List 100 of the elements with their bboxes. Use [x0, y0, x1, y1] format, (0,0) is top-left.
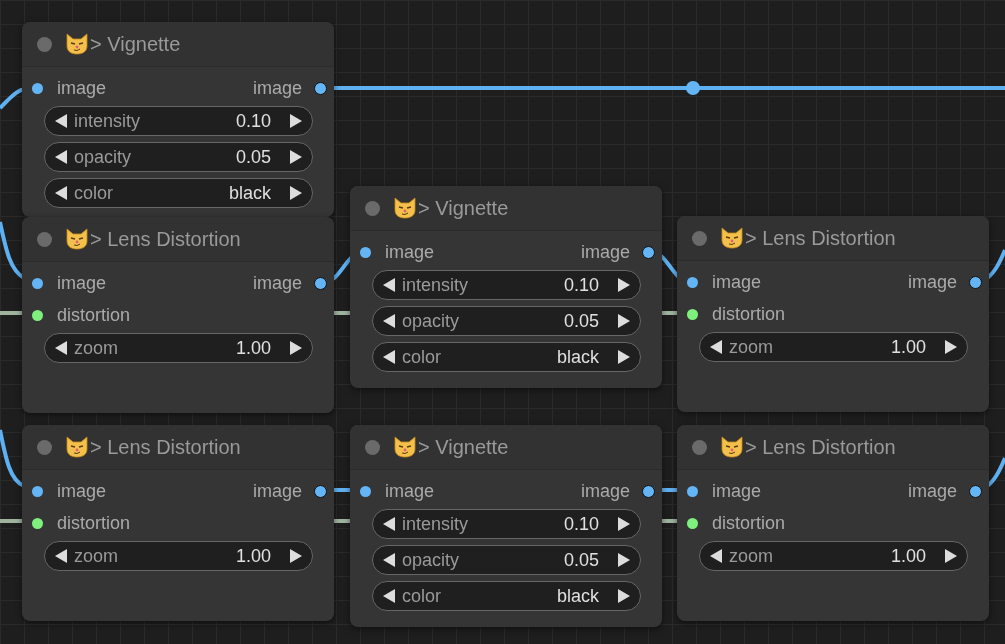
input-slot-dot[interactable]	[32, 277, 43, 289]
cat-face-icon	[65, 436, 89, 458]
arrow-left-icon[interactable]	[709, 548, 723, 564]
value-stepper[interactable]: zoom 1.00	[699, 541, 968, 571]
node-panel[interactable]: > Lens Distortion image image distortion zoom 1.00	[677, 216, 989, 412]
input-slot-dot[interactable]	[687, 276, 698, 288]
input-slot-dot[interactable]	[32, 517, 43, 529]
input-slot-dot[interactable]	[360, 485, 371, 497]
input-slot-dot[interactable]	[32, 309, 43, 321]
input-slot-label: image	[57, 77, 107, 99]
node-panel[interactable]: > Vignette image image intensity 0.10 opacity 0.05 color black	[350, 425, 662, 627]
arrow-left-icon[interactable]	[54, 113, 68, 129]
widget-label: opacity	[402, 549, 460, 571]
arrow-right-icon[interactable]	[289, 185, 303, 201]
node-title: > Lens Distortion	[90, 435, 241, 459]
cat-face-icon	[720, 436, 744, 458]
widget-value: black	[556, 346, 599, 368]
input-slot-dot[interactable]	[32, 485, 43, 497]
widget-label: zoom	[729, 336, 773, 358]
arrow-right-icon[interactable]	[617, 552, 631, 568]
widget-label: color	[402, 346, 441, 368]
value-stepper[interactable]: intensity 0.10	[372, 509, 641, 539]
collapse-dot-icon[interactable]	[37, 231, 52, 247]
input-slot-label: image	[57, 272, 107, 294]
value-stepper[interactable]: opacity 0.05	[372, 306, 641, 336]
input-slot-dot[interactable]	[360, 246, 371, 258]
widget-label: opacity	[402, 310, 460, 332]
widget-label: opacity	[74, 146, 132, 168]
collapse-dot-icon[interactable]	[365, 439, 380, 455]
arrow-left-icon[interactable]	[382, 313, 396, 329]
value-stepper[interactable]: color black	[372, 581, 641, 611]
widget-label: intensity	[402, 274, 469, 296]
arrow-left-icon[interactable]	[382, 516, 396, 532]
value-stepper[interactable]: color black	[372, 342, 641, 372]
output-slot-dot[interactable]	[642, 484, 655, 498]
value-stepper[interactable]: opacity 0.05	[44, 142, 313, 172]
value-stepper[interactable]: zoom 1.00	[44, 333, 313, 363]
arrow-right-icon[interactable]	[617, 277, 631, 293]
node-panel[interactable]: > Lens Distortion image image distortion zoom 1.00	[22, 217, 334, 413]
input-slot-label: image	[712, 480, 762, 502]
input-slot-label: image	[57, 480, 107, 502]
output-slot-label: image	[252, 480, 302, 502]
output-slot-label: image	[580, 241, 630, 263]
collapse-dot-icon[interactable]	[692, 230, 707, 246]
arrow-right-icon[interactable]	[289, 149, 303, 165]
output-slot-dot[interactable]	[314, 276, 327, 290]
arrow-right-icon[interactable]	[944, 339, 958, 355]
input-slot-label: distortion	[712, 303, 786, 325]
node-title: > Lens Distortion	[745, 435, 896, 459]
cat-face-icon	[720, 227, 744, 249]
arrow-right-icon[interactable]	[617, 313, 631, 329]
collapse-dot-icon[interactable]	[365, 200, 380, 216]
value-stepper[interactable]: intensity 0.10	[44, 106, 313, 136]
arrow-right-icon[interactable]	[944, 548, 958, 564]
arrow-left-icon[interactable]	[54, 149, 68, 165]
widget-value: 0.05	[235, 146, 271, 168]
node-panel[interactable]: > Lens Distortion image image distortion zoom 1.00	[22, 425, 334, 621]
node-title: > Vignette	[90, 32, 181, 56]
value-stepper[interactable]: color black	[44, 178, 313, 208]
arrow-left-icon[interactable]	[382, 588, 396, 604]
arrow-left-icon[interactable]	[382, 552, 396, 568]
arrow-left-icon[interactable]	[382, 349, 396, 365]
input-slot-dot[interactable]	[687, 517, 698, 529]
input-slot-dot[interactable]	[687, 308, 698, 320]
arrow-right-icon[interactable]	[617, 588, 631, 604]
value-stepper[interactable]: zoom 1.00	[44, 541, 313, 571]
arrow-left-icon[interactable]	[382, 277, 396, 293]
input-slot-dot[interactable]	[32, 82, 43, 94]
cat-face-icon	[393, 436, 417, 458]
node-panel[interactable]: > Lens Distortion image image distortion zoom 1.00	[677, 425, 989, 621]
output-slot-dot[interactable]	[969, 275, 982, 289]
arrow-left-icon[interactable]	[54, 548, 68, 564]
value-stepper[interactable]: zoom 1.00	[699, 332, 968, 362]
node-panel[interactable]: > Vignette image image intensity 0.10 opacity 0.05 color black	[350, 186, 662, 388]
output-slot-dot[interactable]	[969, 484, 982, 498]
arrow-right-icon[interactable]	[289, 113, 303, 129]
widget-value: 1.00	[890, 336, 926, 358]
output-slot-label: image	[580, 480, 630, 502]
input-slot-dot[interactable]	[687, 485, 698, 497]
input-slot-label: distortion	[57, 304, 131, 326]
arrow-left-icon[interactable]	[54, 340, 68, 356]
widget-value: 0.05	[563, 310, 599, 332]
arrow-right-icon[interactable]	[289, 548, 303, 564]
widget-label: intensity	[74, 110, 141, 132]
collapse-dot-icon[interactable]	[692, 439, 707, 455]
arrow-right-icon[interactable]	[617, 349, 631, 365]
value-stepper[interactable]: intensity 0.10	[372, 270, 641, 300]
widget-label: zoom	[74, 337, 118, 359]
output-slot-dot[interactable]	[314, 81, 327, 95]
arrow-left-icon[interactable]	[709, 339, 723, 355]
arrow-left-icon[interactable]	[54, 185, 68, 201]
arrow-right-icon[interactable]	[289, 340, 303, 356]
output-slot-dot[interactable]	[642, 245, 655, 259]
value-stepper[interactable]: opacity 0.05	[372, 545, 641, 575]
arrow-right-icon[interactable]	[617, 516, 631, 532]
node-panel[interactable]: > Vignette image image intensity 0.10 opacity 0.05 color black	[22, 22, 334, 217]
widget-value: 1.00	[890, 545, 926, 567]
collapse-dot-icon[interactable]	[37, 439, 52, 455]
output-slot-dot[interactable]	[314, 484, 327, 498]
collapse-dot-icon[interactable]	[37, 36, 52, 52]
